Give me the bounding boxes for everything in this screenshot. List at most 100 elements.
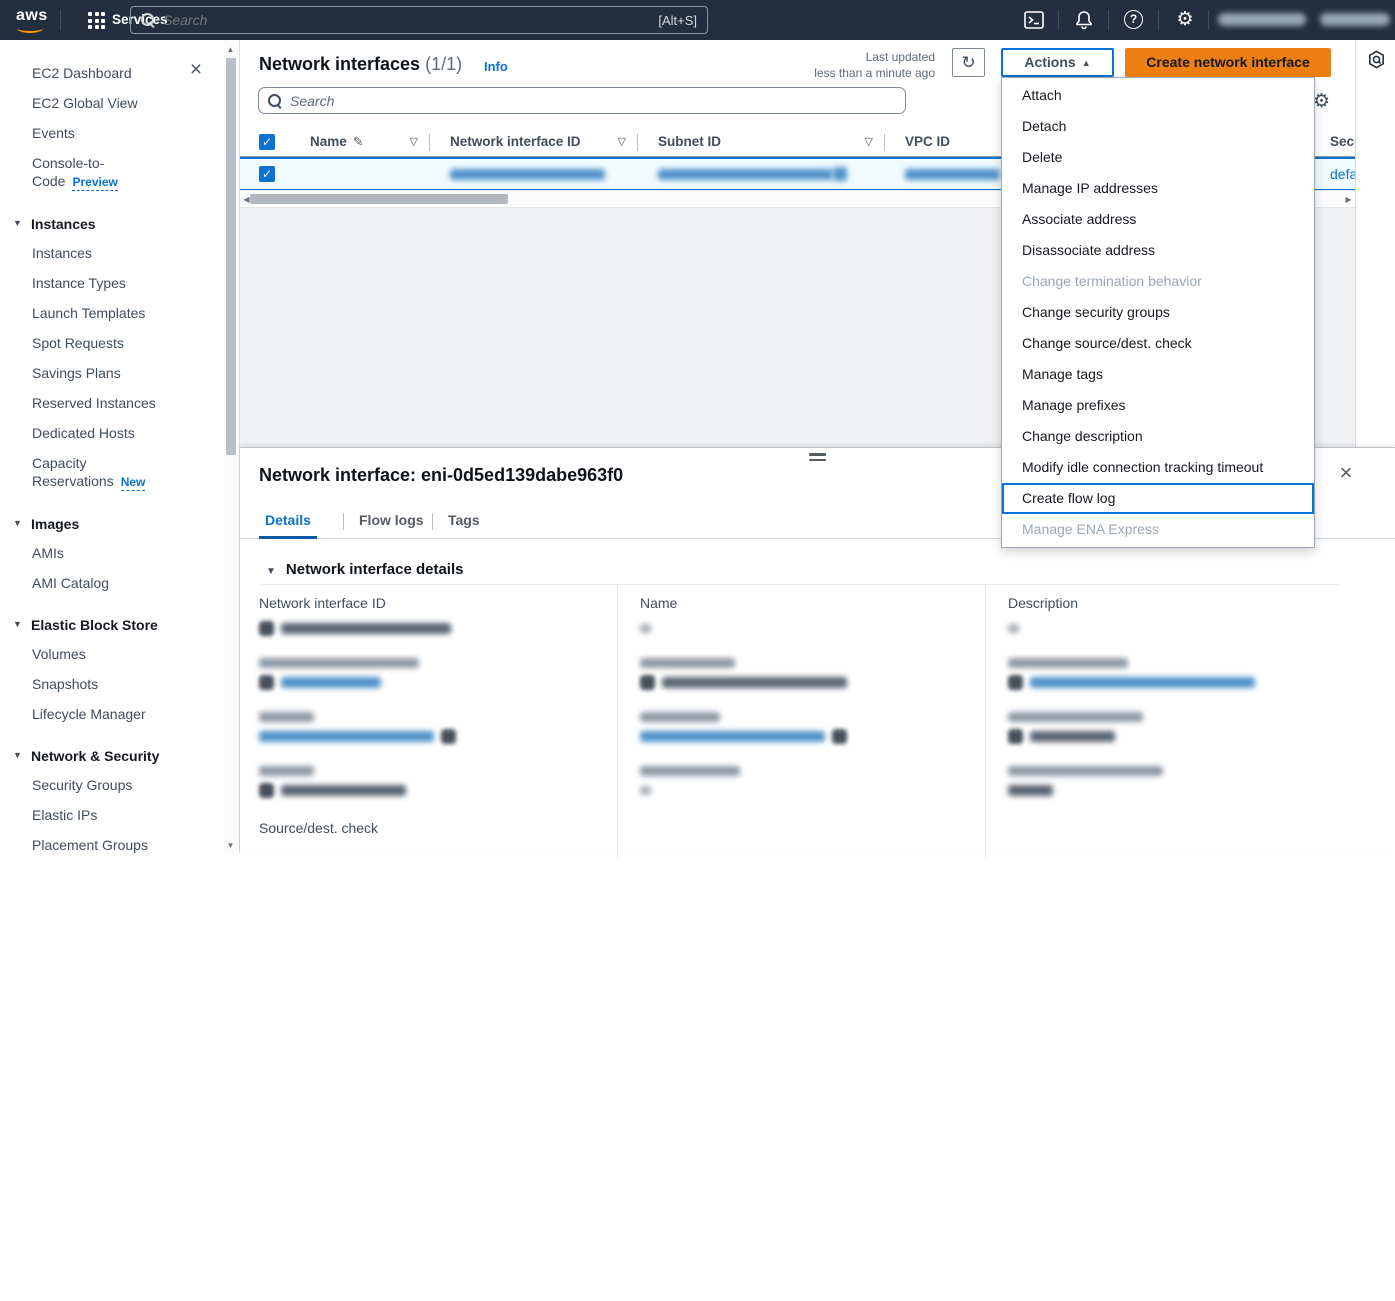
actions-button[interactable]: Actions▲ xyxy=(1001,48,1114,77)
sidebar-item-images[interactable]: ▼Images xyxy=(0,510,239,538)
sidebar-item-reserved-instances[interactable]: Reserved Instances xyxy=(0,388,210,418)
redacted-link-value[interactable] xyxy=(281,677,381,688)
global-search-box[interactable]: [Alt+S] xyxy=(130,6,708,34)
sidebar-item-amis[interactable]: AMIs xyxy=(0,538,210,568)
menu-item-attach[interactable]: Attach xyxy=(1002,80,1314,111)
row-checkbox[interactable]: ✓ xyxy=(259,166,275,182)
menu-item-disassociate-address[interactable]: Disassociate address xyxy=(1002,235,1314,266)
copy-icon[interactable] xyxy=(1008,675,1023,690)
global-search-input[interactable] xyxy=(155,12,658,28)
sidebar-item-events[interactable]: Events xyxy=(0,118,210,148)
sidebar-item-spot-requests[interactable]: Spot Requests xyxy=(0,328,210,358)
filter-icon[interactable]: ▽ xyxy=(410,128,418,156)
filter-icon[interactable]: ▽ xyxy=(865,128,873,156)
sidebar-item-capacity-reservations[interactable]: Capacity ReservationsNew xyxy=(0,448,210,497)
sidebar-item-placement-groups[interactable]: Placement Groups xyxy=(0,830,210,853)
redacted-subnet-link[interactable] xyxy=(658,169,833,180)
create-network-interface-button[interactable]: Create network interface xyxy=(1125,48,1331,77)
menu-item-change-description[interactable]: Change description xyxy=(1002,421,1314,452)
menu-item-manage-tags[interactable]: Manage tags xyxy=(1002,359,1314,390)
scrollbar-thumb[interactable] xyxy=(250,194,508,204)
cloudshell-icon[interactable] xyxy=(1023,9,1045,31)
column-header-network-interface-id[interactable]: Network interface ID ▽ xyxy=(430,128,638,156)
table-settings-gear-icon[interactable]: ⚙ xyxy=(1313,90,1330,113)
copy-icon[interactable] xyxy=(259,783,274,798)
table-filter-box[interactable] xyxy=(258,87,906,114)
menu-item-create-flow-log[interactable]: Create flow log xyxy=(1002,483,1314,514)
panel-close-icon[interactable]: × xyxy=(1334,462,1358,486)
tab-flow-logs[interactable]: Flow logs xyxy=(353,505,430,539)
menu-item-detach[interactable]: Detach xyxy=(1002,111,1314,142)
sidebar-item-network-security[interactable]: ▼Network & Security xyxy=(0,742,239,770)
menu-item-delete[interactable]: Delete xyxy=(1002,142,1314,173)
redacted-eni-link[interactable] xyxy=(450,169,605,180)
sidebar-item-instances[interactable]: ▼Instances xyxy=(0,210,239,238)
sidebar-item-console-to-code[interactable]: Console-to-CodePreview xyxy=(0,148,210,197)
sidebar-item-instance-types[interactable]: Instance Types xyxy=(0,268,210,298)
redacted-link-value[interactable] xyxy=(259,731,434,742)
menu-item-manage-ip-addresses[interactable]: Manage IP addresses xyxy=(1002,173,1314,204)
redacted-link-value[interactable] xyxy=(640,731,825,742)
copy-icon[interactable] xyxy=(832,729,847,744)
select-all-checkbox[interactable]: ✓ xyxy=(259,134,275,150)
scrollbar-thumb[interactable] xyxy=(226,58,236,455)
copy-icon[interactable] xyxy=(1008,729,1023,744)
menu-item-change-security-groups[interactable]: Change security groups xyxy=(1002,297,1314,328)
sidebar-item-elastic-ips[interactable]: Elastic IPs xyxy=(0,800,210,830)
column-header-name[interactable]: Name✎ ▽ xyxy=(290,128,430,156)
sidebar-item-dedicated-hosts[interactable]: Dedicated Hosts xyxy=(0,418,210,448)
redacted-vpc-link[interactable] xyxy=(905,169,1000,180)
menu-item-associate-address[interactable]: Associate address xyxy=(1002,204,1314,235)
sidebar-item-lifecycle-manager[interactable]: Lifecycle Manager xyxy=(0,699,210,729)
menu-item-manage-prefixes[interactable]: Manage prefixes xyxy=(1002,390,1314,421)
sidebar-item-instances[interactable]: Instances xyxy=(0,238,210,268)
services-grid-icon[interactable] xyxy=(88,12,105,29)
copy-icon[interactable] xyxy=(259,675,274,690)
redacted-link-value[interactable] xyxy=(1030,677,1255,688)
notifications-icon[interactable] xyxy=(1073,9,1095,31)
copy-icon[interactable] xyxy=(259,621,274,636)
sidebar-item-snapshots[interactable]: Snapshots xyxy=(0,669,210,699)
scroll-down-icon[interactable]: ▼ xyxy=(224,841,237,850)
copy-icon[interactable] xyxy=(441,729,456,744)
section-network-interface-details[interactable]: ▼Network interface details xyxy=(266,561,463,578)
sidebar-item-volumes[interactable]: Volumes xyxy=(0,639,210,669)
detail-field xyxy=(259,766,597,801)
sidebar-scrollbar[interactable]: ▲ ▼ xyxy=(224,40,237,853)
settings-icon[interactable]: ⚙ xyxy=(1174,9,1196,31)
last-updated-text: Last updated less than a minute ago xyxy=(735,49,935,81)
copy-icon[interactable] xyxy=(640,675,655,690)
column-header-security-group[interactable]: Security group xyxy=(1330,128,1355,156)
region-selector[interactable] xyxy=(1218,13,1306,26)
column-header-subnet-id[interactable]: Subnet ID ▽ xyxy=(638,128,885,156)
info-link[interactable]: Info xyxy=(484,59,508,74)
refresh-button[interactable]: ↻ xyxy=(952,48,985,77)
tab-tags[interactable]: Tags xyxy=(442,505,486,539)
help-icon[interactable]: ? xyxy=(1124,10,1146,32)
sidebar-item-launch-templates[interactable]: Launch Templates xyxy=(0,298,210,328)
sidebar-close-icon[interactable]: × xyxy=(185,60,207,82)
field-label: Network interface ID xyxy=(259,595,597,614)
sidebar-item-ec2-global-view[interactable]: EC2 Global View xyxy=(0,88,210,118)
redacted-field-label xyxy=(640,712,720,722)
sidebar-item-ami-catalog[interactable]: AMI Catalog xyxy=(0,568,210,598)
filter-icon[interactable]: ▽ xyxy=(618,128,626,156)
scroll-right-icon[interactable]: ▶ xyxy=(1342,195,1355,204)
edit-icon[interactable]: ✎ xyxy=(353,134,364,149)
panel-resize-handle[interactable] xyxy=(809,453,826,464)
scroll-up-icon[interactable]: ▲ xyxy=(224,45,237,54)
tab-details[interactable]: Details xyxy=(259,505,317,539)
sidebar-item-elastic-block-store[interactable]: ▼Elastic Block Store xyxy=(0,611,239,639)
table-filter-input[interactable] xyxy=(282,93,905,109)
menu-item-modify-idle-connection-tracking-timeout[interactable]: Modify idle connection tracking timeout xyxy=(1002,452,1314,483)
sidebar-item-ec2-dashboard[interactable]: EC2 Dashboard xyxy=(0,58,210,88)
aws-logo[interactable]: aws xyxy=(16,7,48,25)
menu-item-change-source-dest-check[interactable]: Change source/dest. check xyxy=(1002,328,1314,359)
sidebar-item-label: Dedicated Hosts xyxy=(32,425,135,441)
account-menu[interactable] xyxy=(1320,13,1390,26)
amazon-q-icon[interactable] xyxy=(1367,50,1386,72)
copy-icon[interactable] xyxy=(833,167,847,181)
security-group-link[interactable]: default xyxy=(1330,166,1355,182)
sidebar-item-savings-plans[interactable]: Savings Plans xyxy=(0,358,210,388)
sidebar-item-security-groups[interactable]: Security Groups xyxy=(0,770,210,800)
